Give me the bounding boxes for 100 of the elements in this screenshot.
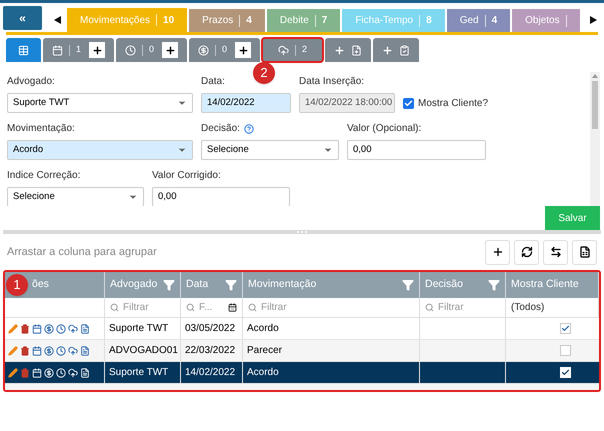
clock-icon[interactable] — [56, 324, 66, 334]
back-button[interactable]: « — [3, 6, 42, 30]
count-label: 0 — [222, 43, 228, 56]
cloud-upload-icon[interactable] — [68, 368, 78, 378]
subtab[interactable] — [373, 38, 420, 62]
help-icon[interactable] — [244, 124, 254, 134]
add-button[interactable] — [162, 42, 178, 58]
calendar-icon — [52, 44, 63, 56]
checkbox[interactable] — [560, 323, 571, 334]
checkbox-label: Mostra Cliente? — [418, 97, 488, 111]
table-cell-text: ADVOGADO01 — [109, 344, 178, 358]
table-cell-text: Suporte TWT — [109, 366, 168, 380]
table-cell-text: Acordo — [247, 322, 279, 336]
tab[interactable]: Ficha-Tempo 8 — [342, 9, 445, 32]
search-icon — [248, 303, 257, 312]
tab[interactable]: Ged 4 — [446, 9, 510, 32]
filter-field[interactable]: Filtrar — [425, 300, 464, 315]
filter-field[interactable]: Filtrar — [248, 300, 287, 315]
edit-icon[interactable] — [8, 324, 18, 334]
scroll-right-icon[interactable] — [590, 16, 596, 24]
select-field[interactable]: Acordo — [7, 140, 193, 160]
plus-icon — [492, 246, 504, 258]
cloud-upload-icon[interactable] — [68, 324, 78, 334]
input-field[interactable]: 14/02/2022 — [201, 93, 291, 113]
column-header[interactable]: ões — [32, 277, 99, 293]
field-label: Movimentação: — [7, 122, 75, 136]
table-cell-text: 14/02/2022 — [185, 366, 236, 380]
search-icon — [110, 303, 119, 312]
filter-field[interactable]: Filtrar — [110, 300, 149, 315]
table-cell-text: Acordo — [247, 366, 279, 380]
select-field[interactable]: Selecione — [7, 187, 144, 206]
filter-field[interactable]: F... — [186, 300, 237, 315]
tab[interactable]: Objetos — [512, 9, 580, 32]
field-label: Indice Correção: — [7, 169, 80, 183]
subtab[interactable]: 1 — [43, 38, 114, 62]
cloud-upload-icon — [278, 44, 290, 56]
add-button[interactable] — [235, 42, 252, 58]
plus-icon — [334, 44, 346, 56]
spreadsheet-icon — [578, 246, 590, 258]
filter-icon[interactable] — [488, 279, 500, 291]
field-label: Decisão: — [201, 122, 240, 136]
field-label: Data Inserção: — [299, 75, 364, 89]
filter-icon[interactable] — [402, 279, 414, 291]
scrollbar[interactable] — [590, 72, 600, 206]
cloud-upload-icon[interactable] — [68, 346, 78, 356]
column-header[interactable]: Data — [186, 277, 221, 293]
column-header[interactable]: Decisão — [425, 277, 484, 293]
input-field[interactable]: 0,00 — [152, 187, 290, 206]
trash-icon[interactable] — [20, 324, 30, 334]
column-header[interactable]: Movimentação — [248, 277, 398, 293]
coin-icon[interactable] — [44, 324, 54, 334]
filter-icon[interactable] — [225, 279, 237, 291]
column-header[interactable]: Advogado — [110, 277, 159, 293]
count-label: 2 — [302, 43, 308, 56]
subtab[interactable]: 0 — [189, 38, 260, 62]
edit-icon[interactable] — [8, 368, 18, 378]
plus-icon — [238, 44, 249, 56]
count-label: 1 — [76, 43, 82, 56]
subtab[interactable] — [6, 38, 41, 62]
filter-icon[interactable] — [163, 279, 175, 291]
subtab[interactable]: 0 — [116, 38, 188, 62]
add-button[interactable] — [89, 42, 106, 58]
subtab[interactable]: 2 — [262, 38, 324, 62]
column-header[interactable]: Mostra Cliente — [511, 277, 593, 293]
field-label: Valor Corrigido: — [152, 169, 221, 183]
export-button[interactable] — [572, 240, 597, 264]
document-icon[interactable] — [80, 346, 90, 356]
table-row[interactable]: ADVOGADO01 22/03/2022 Parecer — [5, 340, 599, 362]
checkbox[interactable] — [560, 345, 571, 356]
swap-icon — [550, 246, 562, 258]
filter-select[interactable]: (Todos) — [511, 300, 544, 315]
checkbox[interactable] — [560, 367, 571, 378]
clock-icon[interactable] — [56, 346, 66, 356]
add-button[interactable] — [485, 240, 510, 264]
tab[interactable]: Movimentações 10 — [67, 8, 188, 32]
refresh-icon — [520, 246, 532, 258]
clipboard-icon — [399, 44, 410, 56]
trash-icon[interactable] — [20, 346, 30, 356]
field-label: Data: — [201, 75, 225, 89]
refresh-button[interactable] — [514, 240, 539, 264]
subtab[interactable] — [325, 38, 372, 62]
table-cell-text: 03/05/2022 — [185, 322, 236, 336]
save-button[interactable]: Salvar — [545, 206, 600, 230]
document-icon[interactable] — [80, 324, 90, 334]
plus-icon — [164, 44, 176, 56]
calendar-icon[interactable] — [228, 303, 237, 312]
scroll-left-icon[interactable] — [54, 16, 60, 24]
table-row[interactable]: Suporte TWT 14/02/2022 Acordo — [5, 362, 599, 384]
calendar-icon[interactable] — [32, 324, 42, 334]
tab[interactable]: Prazos 4 — [189, 9, 265, 32]
table-row[interactable]: Suporte TWT 03/05/2022 Acordo — [5, 318, 599, 340]
select-field[interactable]: Suporte TWT — [7, 93, 193, 113]
select-field[interactable]: Selecione — [201, 140, 339, 160]
tab[interactable]: Debite 7 — [266, 9, 340, 32]
coin-icon[interactable] — [44, 346, 54, 356]
input-field[interactable]: 0,00 — [347, 140, 486, 160]
group-hint: Arrastar a coluna para agrupar — [7, 244, 157, 260]
swap-button[interactable] — [543, 240, 568, 264]
checkbox[interactable] — [403, 98, 414, 109]
coin-icon — [198, 44, 210, 56]
